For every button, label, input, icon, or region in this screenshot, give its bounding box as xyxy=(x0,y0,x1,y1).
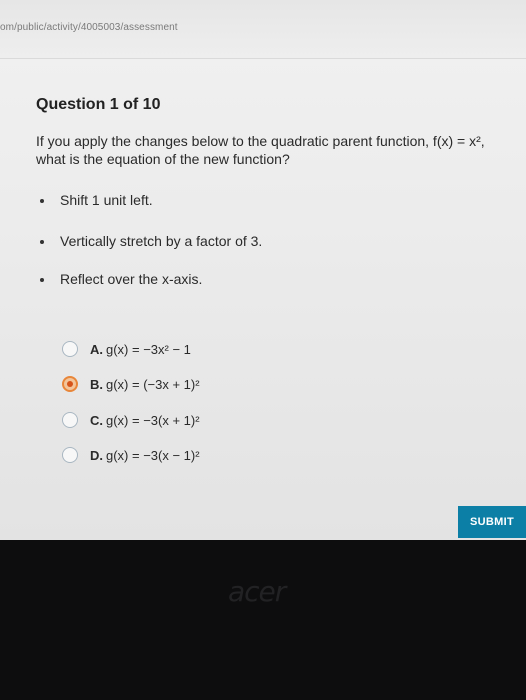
answer-option-a[interactable]: A. g(x) = −3x² − 1 xyxy=(62,340,362,362)
question-title: Question 1 of 10 xyxy=(36,96,161,113)
option-letter: C. xyxy=(90,413,103,428)
bullet-dot-icon xyxy=(40,240,44,244)
url-text: om/public/activity/4005003/assessment xyxy=(0,22,178,33)
answer-option-d[interactable]: D. g(x) = −3(x − 1)² xyxy=(62,446,362,468)
radio-button-icon[interactable] xyxy=(62,341,78,357)
option-letter: A. xyxy=(90,342,103,357)
acer-logo: acer xyxy=(228,575,286,608)
submit-button[interactable]: SUBMIT xyxy=(458,506,526,538)
option-text: g(x) = −3x² − 1 xyxy=(106,342,191,357)
radio-button-icon[interactable] xyxy=(62,447,78,463)
option-text: g(x) = −3(x + 1)² xyxy=(106,413,200,428)
bullet-dot-icon xyxy=(40,199,44,203)
prompt-line-2: what is the equation of the new function… xyxy=(36,151,290,167)
question-prompt: If you apply the changes below to the qu… xyxy=(36,132,516,168)
option-letter: B. xyxy=(90,377,103,392)
radio-button-selected-icon[interactable] xyxy=(62,376,78,392)
option-text: g(x) = (−3x + 1)² xyxy=(106,377,200,392)
bullet-dot-icon xyxy=(40,278,44,282)
bullet-text: Reflect over the x-axis. xyxy=(60,271,203,287)
address-bar[interactable]: om/public/activity/4005003/assessment xyxy=(0,0,526,59)
radio-button-icon[interactable] xyxy=(62,412,78,428)
answer-option-c[interactable]: C. g(x) = −3(x + 1)² xyxy=(62,411,362,433)
bullet-text: Vertically stretch by a factor of 3. xyxy=(60,233,263,249)
option-text: g(x) = −3(x − 1)² xyxy=(106,448,200,463)
option-letter: D. xyxy=(90,448,103,463)
bullet-text: Shift 1 unit left. xyxy=(60,192,153,208)
prompt-line-1: If you apply the changes below to the qu… xyxy=(36,133,485,149)
browser-viewport: om/public/activity/4005003/assessment Qu… xyxy=(0,0,526,540)
answer-option-b[interactable]: B. g(x) = (−3x + 1)² xyxy=(62,375,362,397)
